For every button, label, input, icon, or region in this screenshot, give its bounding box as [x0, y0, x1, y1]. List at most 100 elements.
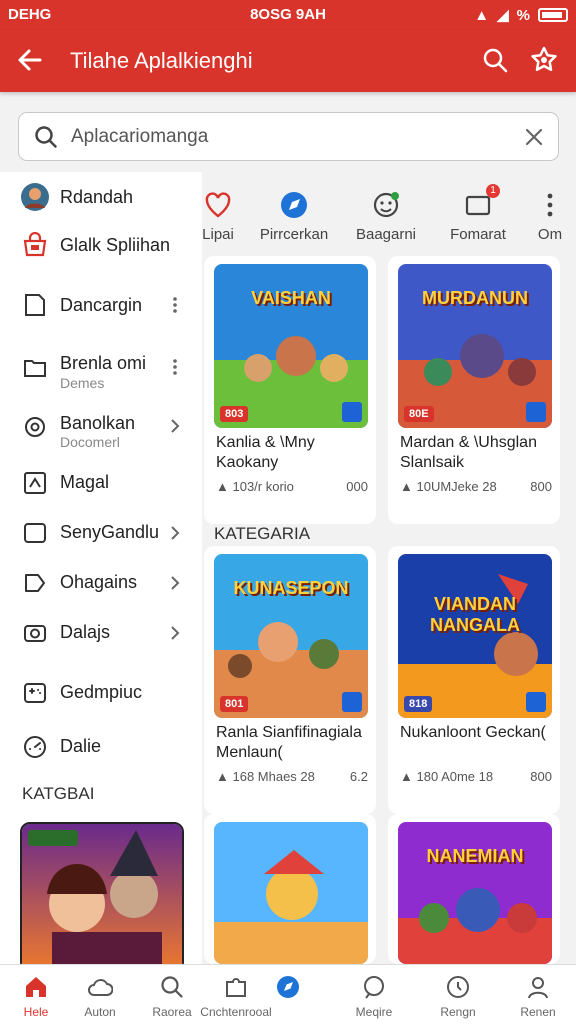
category-lipai[interactable]: Lipai: [198, 180, 238, 252]
home-icon: [26, 977, 46, 997]
downloads-icon: ▲: [216, 479, 233, 494]
sidebar-item-store[interactable]: Glalk Spliihan: [0, 230, 202, 270]
avatar: [21, 183, 49, 211]
search-input[interactable]: [71, 121, 511, 153]
game-meta: ▲ 180 A0me 18 800: [400, 769, 552, 784]
sidebar-item-ohagains[interactable]: Ohagains: [0, 568, 202, 602]
chevron-right-icon: [171, 576, 180, 590]
search-icon: [161, 976, 183, 998]
sidebar-item-folder[interactable]: Brenla omi Demes: [0, 350, 202, 398]
game-card[interactable]: KUNASEPON 801 Ranla Sianfifinagiala Menl…: [204, 546, 376, 814]
sidebar-item-dalajs[interactable]: Dalajs: [0, 618, 202, 652]
more-vertical-icon[interactable]: [166, 296, 184, 314]
sidebar-heading: KATGBAI: [22, 784, 95, 803]
game-meta: ▲ 103/r korio 000: [216, 479, 368, 494]
game-card[interactable]: NANEMIAN: [388, 814, 560, 964]
chat-icon: [364, 976, 384, 999]
more-vertical-icon: [547, 193, 553, 217]
game-card[interactable]: VIANDAN NANGALA 818 Nukanloont Geckan( ▲…: [388, 546, 560, 814]
game-title: Mardan & \Uhsglan Slanlsaik: [400, 434, 537, 471]
nav-rengn[interactable]: Rengn: [422, 965, 494, 1024]
store-icon: [23, 232, 47, 257]
battery-icon: [538, 8, 568, 22]
sidebar-item-gedmpiuc[interactable]: Gedmpiuc: [0, 678, 202, 712]
signal-percent: %: [516, 6, 530, 24]
puzzle-icon: [24, 472, 46, 494]
game-card[interactable]: VAISHAN 803 Kanlia & \Mny Kaokany ▲ 103/…: [204, 256, 376, 524]
featured-game-card[interactable]: [20, 822, 184, 972]
folder-icon: [24, 360, 46, 377]
puzzle-icon: [226, 978, 246, 997]
search-icon[interactable]: [480, 45, 510, 75]
wifi-icon: ◢: [497, 7, 509, 24]
section-heading: KATEGARIA: [214, 524, 311, 543]
chevron-right-icon: [171, 526, 180, 540]
document-icon: [25, 294, 45, 316]
play-icon[interactable]: [526, 402, 546, 422]
page-title: Tilahe Aplalkienghi: [70, 48, 253, 73]
downloads-icon: ▲: [400, 769, 417, 784]
sidebar-item-document[interactable]: Dancargin: [0, 290, 202, 330]
nav-renen[interactable]: Renen: [502, 965, 574, 1024]
settings-star-icon[interactable]: [528, 44, 560, 76]
face-icon: [373, 192, 399, 218]
game-card[interactable]: [204, 814, 376, 964]
sidebar-item-dalie[interactable]: Dalie: [0, 732, 202, 766]
rating-tag: 80E: [404, 406, 434, 422]
game-art: [214, 822, 368, 964]
back-arrow-icon[interactable]: [14, 44, 46, 76]
play-icon[interactable]: [526, 692, 546, 712]
rating-tag: 818: [404, 696, 433, 712]
app-bar: Tilahe Aplalkienghi: [0, 30, 576, 92]
category-row: Lipai Pirrcerkan Baagarni 1 Fomarat Om: [202, 180, 576, 252]
search-icon: [35, 126, 57, 148]
featured-game-art: [22, 824, 182, 970]
compass-icon: [281, 192, 307, 218]
sidebar-item-profile[interactable]: Rdandah: [0, 180, 202, 220]
sidebar: Rdandah Glalk Spliihan Dancargin Brenla …: [0, 172, 202, 972]
game-art: VAISHAN 803: [214, 264, 368, 428]
settings-icon: [25, 417, 45, 437]
square-icon: [24, 523, 46, 543]
category-fomarat[interactable]: 1 Fomarat: [442, 180, 514, 252]
game-title: Ranla Sianfifinagiala Menlaun(: [216, 724, 362, 761]
status-icons: ▲ ◢ %: [474, 6, 568, 24]
game-title: Nukanloont Geckan(: [400, 724, 546, 741]
game-art: NANEMIAN: [398, 822, 552, 964]
clock-icon: [447, 976, 469, 998]
nav-meqire[interactable]: Meqire: [338, 965, 410, 1024]
game-art: VIANDAN NANGALA 818: [398, 554, 552, 718]
play-icon[interactable]: [342, 692, 362, 712]
category-pirrcerkan[interactable]: Pirrcerkan: [258, 180, 330, 252]
notification-badge: 1: [486, 184, 500, 198]
gamepad-icon: [24, 683, 46, 703]
camera-icon: [24, 625, 46, 642]
signal-icon: ▲: [474, 6, 490, 24]
compass-icon: [277, 976, 299, 998]
dashboard-icon: [24, 736, 46, 758]
game-meta: ▲ 168 Mhaes 28 6.2: [216, 769, 368, 784]
category-baagarni[interactable]: Baagarni: [350, 180, 422, 252]
heart-icon: [205, 192, 231, 218]
downloads-icon: ▲: [400, 479, 417, 494]
chevron-right-icon: [171, 419, 180, 433]
tag-icon: [25, 574, 45, 592]
sidebar-item-settings[interactable]: Banolkan Docomerl: [0, 412, 202, 460]
sidebar-item-senygandlu[interactable]: SenyGandlu: [0, 518, 202, 552]
chevron-right-icon: [171, 626, 180, 640]
game-card[interactable]: MURDANUN 80E Mardan & \Uhsglan Slanlsaik…: [388, 256, 560, 524]
clear-icon[interactable]: [522, 125, 546, 149]
game-art: MURDANUN 80E: [398, 264, 552, 428]
more-vertical-icon[interactable]: [166, 358, 184, 376]
game-art: KUNASEPON 801: [214, 554, 368, 718]
rating-tag: 803: [220, 406, 249, 422]
search-bar: [18, 112, 559, 161]
nav-compass[interactable]: [252, 965, 324, 1024]
category-more[interactable]: Om: [530, 180, 570, 252]
status-bar: DEHG 8OSG 9AH ▲ ◢ %: [0, 0, 576, 30]
cloud-icon: [88, 979, 113, 996]
sidebar-item-magal[interactable]: Magal: [0, 468, 202, 502]
bottom-nav: Hele Auton Raorea Cnchtenrooal Meqire Re…: [0, 964, 576, 1024]
play-icon[interactable]: [342, 402, 362, 422]
game-meta: ▲ 10UMJeke 28 800: [400, 479, 552, 494]
